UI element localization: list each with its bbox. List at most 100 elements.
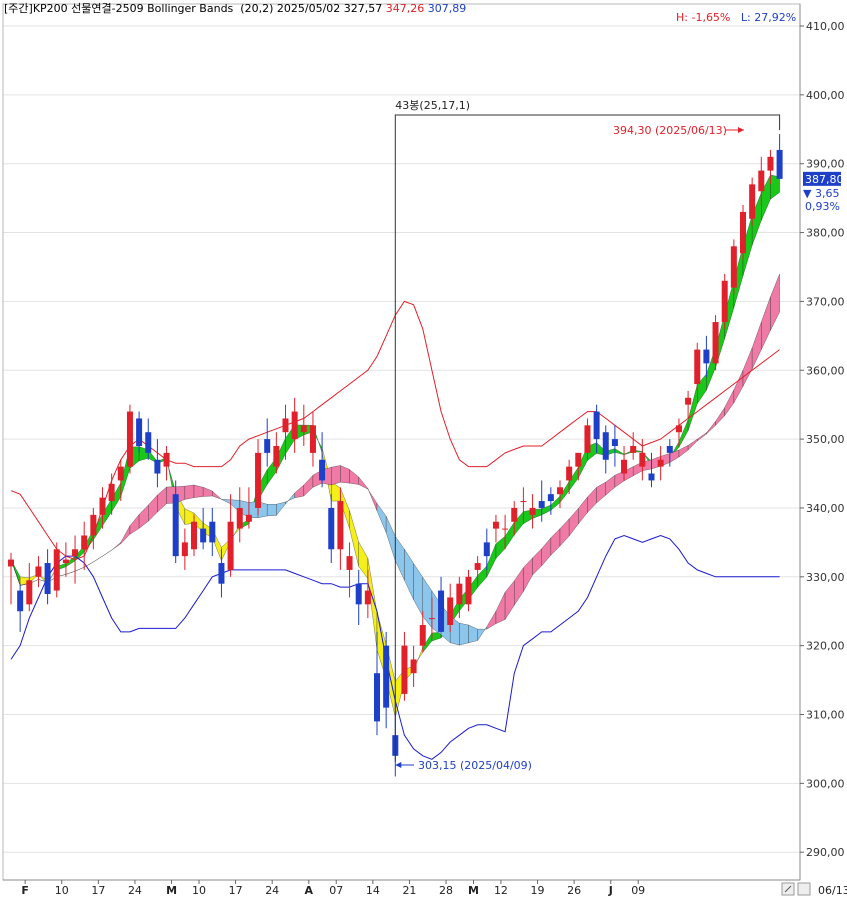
candle-body: [740, 211, 746, 254]
slow-cloud-segment: [349, 469, 359, 485]
slow-cloud-segment: [413, 562, 423, 617]
chart-area: 43봉(25,17,1) 394,30 (2025/06/13) 303,15 (2…: [2, 3, 847, 897]
range-label: 43봉(25,17,1): [395, 99, 470, 112]
candle-body: [44, 563, 51, 595]
period-label[interactable]: [주간]: [4, 2, 33, 15]
candle-body: [639, 452, 646, 467]
candle-body: [291, 411, 298, 440]
candle-body: [62, 559, 69, 564]
slow-cloud-segment: [404, 548, 414, 600]
symbol-label[interactable]: KP200 선물연결-2509: [33, 2, 144, 15]
slow-cloud-segment: [724, 389, 734, 417]
slow-cloud-segment: [74, 567, 85, 572]
slow-cloud-segment: [614, 471, 625, 488]
y-tick-label: 360,00: [806, 364, 845, 377]
fast-cloud-segment: [504, 521, 515, 550]
candle-body: [575, 452, 582, 467]
candle-body: [117, 466, 124, 481]
x-tick-label: A: [305, 884, 314, 897]
slow-cloud-segment: [422, 576, 433, 629]
middle-value: 327,57: [343, 2, 383, 15]
candle-body: [282, 418, 289, 433]
high-pct: H: -1,65%: [676, 11, 731, 24]
candle-body: [465, 576, 472, 605]
x-tick-label: 24: [265, 884, 279, 897]
slow-cloud-segment: [120, 525, 131, 545]
candle-body: [355, 583, 362, 605]
candle-body: [419, 624, 426, 646]
candle-body: [428, 618, 435, 620]
candle-body: [364, 590, 371, 605]
slow-cloud-segment: [532, 548, 542, 576]
candle-body: [145, 432, 152, 453]
slow-cloud-segment: [486, 610, 497, 630]
candle-body: [730, 246, 737, 288]
candle-body: [438, 590, 445, 632]
x-tick-label: 19: [531, 884, 545, 897]
candle-body: [172, 494, 179, 557]
candle-body: [611, 439, 618, 446]
candle-body: [374, 673, 380, 722]
chart-header: [주간]KP200 선물연결-2509 Bollinger Bands (20,…: [4, 0, 466, 16]
x-tick-label: 10: [55, 884, 69, 897]
slow-cloud-segment: [733, 370, 744, 404]
y-tick-label: 310,00: [806, 709, 845, 722]
y-tick-label: 340,00: [806, 502, 845, 515]
candle-body: [685, 397, 692, 405]
x-tick-label: 24: [128, 884, 142, 897]
candle-body: [191, 521, 197, 550]
candle-body: [648, 473, 655, 481]
slow-cloud-segment: [267, 504, 277, 517]
x-last-date: 06/13: [818, 884, 847, 897]
candle-body: [163, 452, 170, 467]
slow-cloud-segment: [569, 508, 579, 537]
candle-body: [8, 559, 14, 567]
indicator-params: (20,2): [240, 2, 274, 15]
high-label: 394,30 (2025/06/13): [613, 124, 727, 137]
y-tick-label: 390,00: [806, 158, 845, 171]
candle-body: [758, 170, 765, 192]
candle-body: [776, 149, 783, 179]
slow-cloud-segment: [276, 501, 286, 516]
candle-body: [383, 645, 390, 708]
candle-body: [72, 549, 79, 557]
candle-body: [703, 349, 710, 364]
candle-body: [346, 556, 353, 570]
slow-cloud-segment: [285, 492, 295, 505]
x-tick-label: 10: [192, 884, 206, 897]
candle-body: [218, 563, 225, 584]
candle-body: [410, 659, 417, 674]
header-date: 2025/05/02: [276, 2, 341, 15]
candle-body: [255, 452, 262, 508]
candle-body: [319, 459, 326, 481]
fast-cloud-segment: [687, 384, 698, 431]
high-low-stats: H: -1,65% L: 27,92%: [676, 11, 796, 24]
candle-body: [90, 514, 97, 536]
candle-body: [520, 501, 527, 503]
slow-cloud-segment: [495, 592, 506, 624]
candle-body: [337, 501, 344, 550]
candle-body: [328, 507, 335, 550]
slow-cloud-segment: [395, 535, 405, 581]
candle-body: [236, 507, 243, 529]
last-change-pct: 0,93%: [805, 200, 840, 213]
y-tick-label: 320,00: [806, 640, 845, 653]
candle-body: [99, 497, 106, 515]
candle-body: [630, 445, 637, 453]
slow-cloud-segment: [468, 624, 478, 643]
candle-body: [181, 542, 188, 557]
slow-cloud-segment: [303, 474, 314, 497]
slow-cloud-segment: [687, 438, 698, 451]
x-tick-label: 09: [631, 884, 645, 897]
candle-body: [593, 411, 600, 440]
slow-cloud-segment: [514, 567, 524, 606]
slow-cloud-segment: [221, 499, 231, 505]
x-tick-label: 17: [229, 884, 243, 897]
slow-cloud-segment: [742, 347, 753, 387]
y-tick-label: 330,00: [806, 571, 845, 584]
slow-cloud-segment: [578, 496, 588, 525]
candle-body: [557, 487, 563, 495]
x-tick-label: 17: [91, 884, 105, 897]
candle-body: [602, 432, 609, 460]
candle-body: [474, 563, 481, 570]
